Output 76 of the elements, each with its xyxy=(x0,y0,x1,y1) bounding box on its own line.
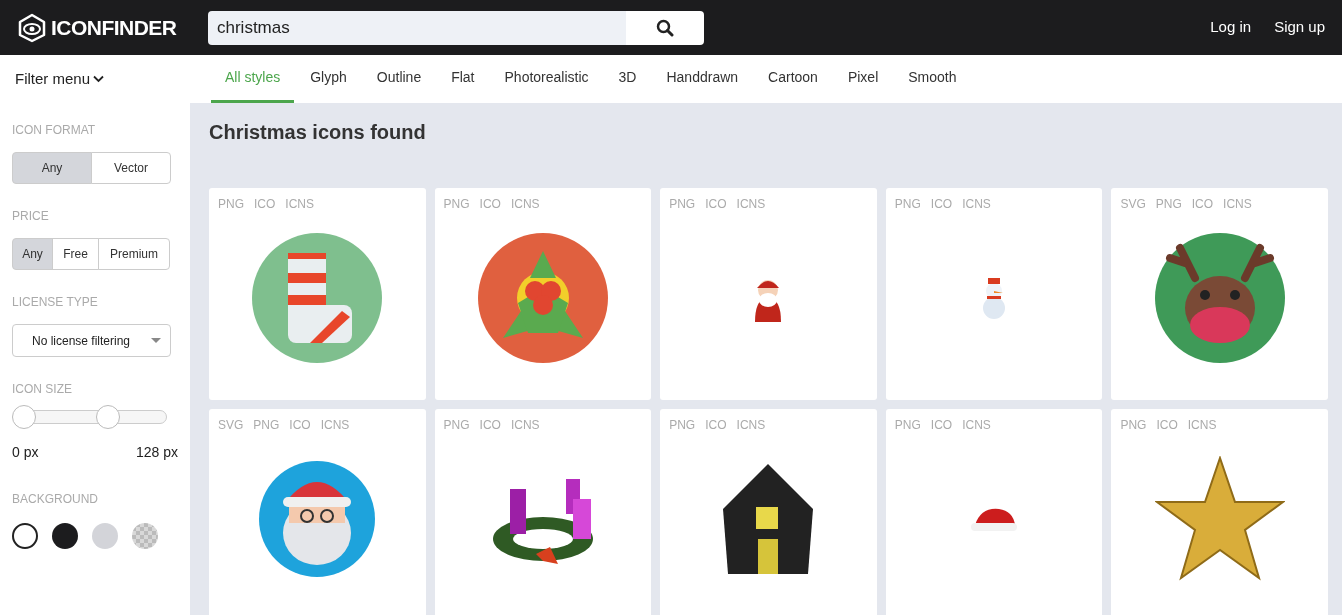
format-label: PNG xyxy=(1155,196,1182,213)
format-label: PNG xyxy=(1120,417,1147,434)
filter-option[interactable]: Vector xyxy=(91,152,171,184)
format-label: ICO xyxy=(930,196,953,213)
format-label: ICO xyxy=(705,196,727,213)
format-label: ICO xyxy=(289,417,311,434)
format-label: ICO xyxy=(254,196,276,213)
style-tab[interactable]: Glyph xyxy=(296,55,361,103)
format-label: PNG xyxy=(443,196,470,213)
reindeer-icon xyxy=(1154,232,1285,363)
slider-handle[interactable] xyxy=(12,405,36,429)
format-label: ICNS xyxy=(736,417,766,434)
format-label: ICO xyxy=(1191,196,1214,213)
filter-menu-button[interactable]: Filter menu xyxy=(15,67,105,91)
format-label: PNG xyxy=(894,417,921,434)
format-label: ICNS xyxy=(962,196,991,213)
style-tab[interactable]: 3D xyxy=(604,55,651,103)
filter-option[interactable]: Premium xyxy=(98,238,170,270)
format-label: ICO xyxy=(479,196,501,213)
style-tab[interactable]: Cartoon xyxy=(754,55,832,103)
search-field[interactable]: christmas xyxy=(208,10,626,45)
logo-text: ICONFINDER xyxy=(51,14,177,41)
results-title: Christmas icons found xyxy=(209,120,427,145)
filter-option[interactable]: Any xyxy=(12,152,92,184)
dropdown-caret-icon xyxy=(151,338,161,343)
format-label: ICO xyxy=(479,417,501,434)
format-label: ICO xyxy=(705,417,727,434)
format-label: PNG xyxy=(669,417,696,434)
style-tab[interactable]: Outline xyxy=(362,55,436,103)
style-tab[interactable]: Handdrawn xyxy=(652,55,753,103)
eye-logo-icon xyxy=(17,12,47,43)
format-label: PNG xyxy=(669,196,696,213)
section-heading: ICON FORMAT xyxy=(12,122,97,139)
style-tab[interactable]: Pixel xyxy=(833,55,893,103)
format-label: PNG xyxy=(218,196,244,213)
header-link[interactable]: Log in xyxy=(1210,16,1252,39)
style-tab[interactable]: Flat xyxy=(437,55,489,103)
holly-icon xyxy=(477,232,608,363)
min-size-label: 0 px xyxy=(12,443,39,462)
format-label: ICO xyxy=(930,417,953,434)
format-label: ICNS xyxy=(510,417,540,434)
search-icon xyxy=(656,18,674,37)
chevron-down-icon xyxy=(93,75,105,83)
format-label: ICNS xyxy=(962,417,991,434)
background-swatch[interactable] xyxy=(52,523,78,549)
section-heading: BACKGROUND xyxy=(12,491,99,508)
star-icon xyxy=(1154,455,1285,582)
search-button[interactable] xyxy=(626,10,704,45)
format-label: PNG xyxy=(894,196,921,213)
filter-option[interactable]: Free xyxy=(52,238,99,270)
format-label: SVG xyxy=(218,417,244,434)
header-link[interactable]: Sign up xyxy=(1274,16,1325,39)
background-swatch[interactable] xyxy=(132,523,158,549)
max-size-label: 128 px xyxy=(135,443,178,462)
format-label: ICNS xyxy=(285,196,315,213)
format-label: PNG xyxy=(443,417,470,434)
format-label: ICNS xyxy=(320,417,350,434)
format-label: ICNS xyxy=(510,196,540,213)
format-label: ICNS xyxy=(1187,417,1217,434)
format-label: ICNS xyxy=(736,196,766,213)
santa-icon xyxy=(259,460,376,577)
section-heading: LICENSE TYPE xyxy=(12,294,99,311)
format-label: PNG xyxy=(253,417,280,434)
background-swatch[interactable] xyxy=(92,523,118,549)
format-label: SVG xyxy=(1120,196,1146,213)
license-dropdown[interactable]: No license filtering xyxy=(12,324,171,357)
format-label: ICO xyxy=(1156,417,1178,434)
section-heading: PRICE xyxy=(12,208,50,225)
background-swatch[interactable] xyxy=(12,523,38,549)
section-heading: ICON SIZE xyxy=(12,381,73,398)
stocking-icon xyxy=(252,232,383,363)
style-tab[interactable]: Photorealistic xyxy=(490,55,603,103)
style-tab[interactable]: Smooth xyxy=(894,55,971,103)
filter-option[interactable]: Any xyxy=(12,238,53,270)
format-label: ICNS xyxy=(1223,196,1252,213)
slider-handle[interactable] xyxy=(96,405,121,429)
